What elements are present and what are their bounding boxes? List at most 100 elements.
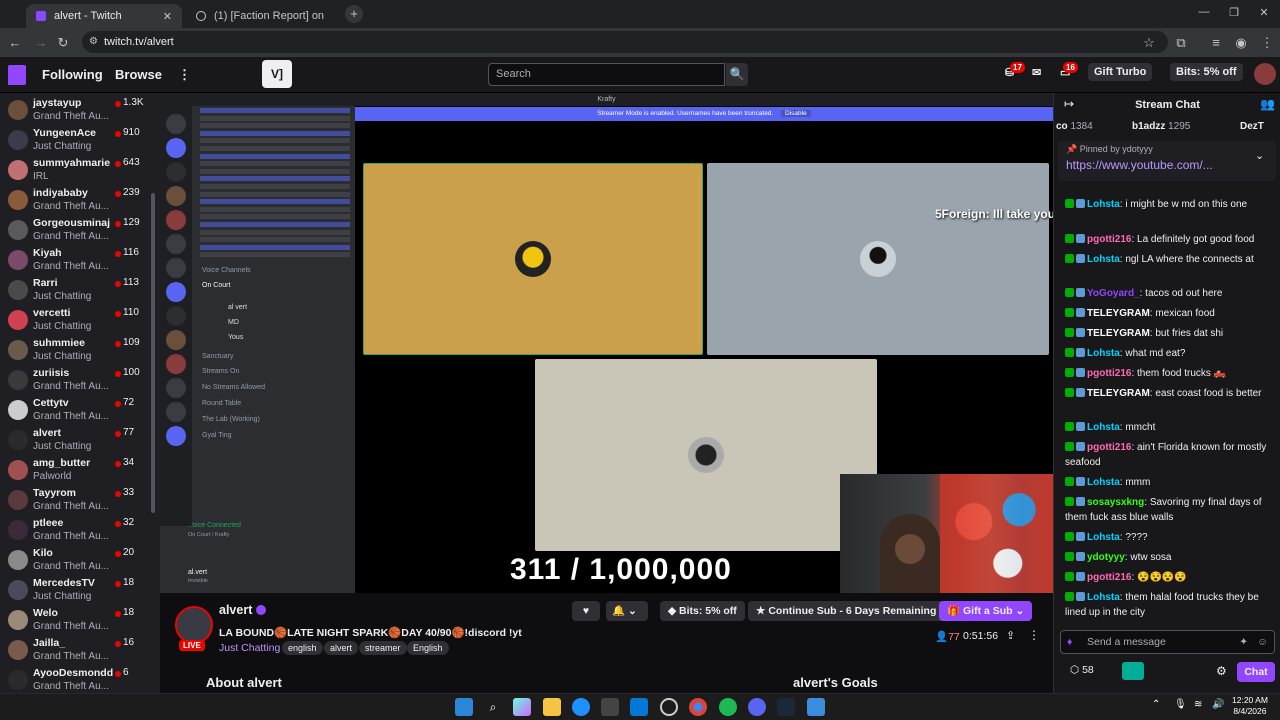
voice-user[interactable]: MD — [228, 319, 239, 326]
tag-alvert[interactable]: alvert — [324, 641, 359, 655]
search-icon[interactable]: 🔍 — [726, 63, 748, 86]
sidebar-channel[interactable]: amg_butter Palworld 34 — [0, 455, 150, 485]
chat-username[interactable]: pgotti216 — [1087, 368, 1131, 379]
profile-icon[interactable]: ◉ — [1232, 34, 1250, 52]
chat-username[interactable]: TELEYGRAM — [1087, 328, 1150, 339]
chat-username[interactable]: pgotti216 — [1087, 572, 1131, 583]
store-icon[interactable] — [601, 698, 619, 716]
sidebar-channel[interactable]: zuriisis Grand Theft Au... 100 — [0, 365, 150, 395]
tag-streamer[interactable]: streamer — [359, 641, 407, 655]
channel-points[interactable]: ⬡ 58 — [1070, 664, 1094, 676]
chat-input[interactable]: ♦ Send a message ✦ ☺ — [1060, 630, 1275, 654]
mic-icon[interactable]: 🎙 — [1174, 699, 1187, 710]
chrome-icon[interactable] — [689, 698, 707, 716]
expand-pinned-icon[interactable]: ⌄ — [1255, 149, 1264, 162]
system-clock[interactable]: 12:20 AM 8/4/2026 — [1232, 695, 1268, 717]
streamer-avatar[interactable] — [175, 606, 213, 644]
gift-turbo-button[interactable]: Gift Turbo — [1088, 63, 1153, 81]
nav-following[interactable]: Following — [42, 67, 103, 82]
notepad-icon[interactable] — [807, 698, 825, 716]
extensions-icon[interactable]: ⧉ — [1172, 34, 1190, 52]
app-icon[interactable] — [660, 698, 678, 716]
emote-icon[interactable]: ☺ — [1257, 631, 1268, 653]
sidebar-channel[interactable]: MercedesTV Just Chatting 18 — [0, 575, 150, 605]
edge-icon[interactable] — [572, 698, 590, 716]
pinned-message[interactable]: 📌 Pinned by ydotyyy https://www.youtube.… — [1058, 141, 1276, 181]
extension-logo-icon[interactable]: V] — [262, 60, 292, 88]
search-icon[interactable]: ⌕ — [484, 698, 502, 716]
bits-button[interactable]: ◆ Bits: 5% off — [660, 601, 745, 621]
voice-channel[interactable]: Round Table — [202, 400, 241, 407]
voice-user[interactable]: Yous — [228, 334, 243, 341]
sidebar-channel[interactable]: alvert Just Chatting 77 — [0, 425, 150, 455]
chat-username[interactable]: TELEYGRAM — [1087, 388, 1150, 399]
user-avatar[interactable] — [1254, 63, 1276, 85]
voice-channel[interactable]: Gyal Ting — [202, 432, 232, 439]
chat-username[interactable]: pgotti216 — [1087, 234, 1131, 245]
media-icon[interactable]: ≡ — [1207, 34, 1225, 52]
chat-username[interactable]: Lohsta — [1087, 422, 1120, 433]
nav-browse[interactable]: Browse — [115, 67, 162, 82]
file-explorer-icon[interactable] — [543, 698, 561, 716]
chat-username[interactable]: Lohsta — [1087, 348, 1120, 359]
reload-icon[interactable]: ↻ — [54, 34, 72, 52]
tab-twitch[interactable]: alvert - Twitch ✕ — [26, 4, 182, 28]
streamer-name[interactable]: alvert — [219, 603, 252, 617]
chat-username[interactable]: Lohsta — [1087, 254, 1120, 265]
close-window-icon[interactable]: ✕ — [1252, 6, 1276, 19]
sidebar-channel[interactable]: Kiyah Grand Theft Au... 116 — [0, 245, 150, 275]
sidebar-channel[interactable]: indiyababy Grand Theft Au... 239 — [0, 185, 150, 215]
wifi-icon[interactable]: ≋ — [1194, 699, 1202, 710]
video-player[interactable]: Krafty Voice Channels On Court Sanctuary St… — [160, 93, 1053, 593]
site-info-icon[interactable]: ⚙ — [89, 31, 98, 53]
category-link[interactable]: Just Chatting — [219, 642, 280, 654]
url-field[interactable]: ⚙ twitch.tv/alvert — [82, 31, 1168, 53]
discord-icon[interactable] — [748, 698, 766, 716]
sidebar-channel[interactable]: vercetti Just Chatting 110 — [0, 305, 150, 335]
sidebar-channel[interactable]: AyooDesmondd Grand Theft Au... 6 — [0, 665, 150, 695]
chat-username[interactable]: ydotyyy — [1087, 552, 1125, 563]
share-icon[interactable]: ⇪ — [1006, 629, 1015, 642]
tag-english[interactable]: english — [282, 641, 323, 655]
new-tab-button[interactable]: + — [345, 5, 363, 23]
claim-bonus-icon[interactable] — [1122, 662, 1144, 680]
search-input[interactable]: Search — [488, 63, 725, 86]
voice-channel[interactable]: Streams On — [202, 368, 239, 375]
pinned-link[interactable]: https://www.youtube.com/... — [1066, 158, 1213, 172]
sidebar-channel[interactable]: jaystayup Grand Theft Au... 1.3K — [0, 95, 150, 125]
twitch-logo-icon[interactable] — [8, 65, 26, 85]
sidebar-channel[interactable]: ptleee Grand Theft Au... 32 — [0, 515, 150, 545]
sidebar-channel[interactable]: Cettytv Grand Theft Au... 72 — [0, 395, 150, 425]
tag-english-2[interactable]: English — [407, 641, 449, 655]
more-menu-icon[interactable]: ⋮ — [178, 67, 191, 83]
browser-menu-icon[interactable]: ⋮ — [1258, 34, 1276, 52]
notification-bell-button[interactable]: 🔔 ⌄ — [606, 601, 648, 621]
bookmark-star-icon[interactable]: ☆ — [1140, 34, 1158, 52]
back-icon[interactable]: ← — [6, 34, 24, 52]
chat-settings-icon[interactable]: ⚙ — [1216, 664, 1227, 678]
voice-channel[interactable]: The Lab (Working) — [202, 416, 260, 423]
chat-username[interactable]: sosaysxkng — [1087, 497, 1144, 508]
bits-offer-button[interactable]: Bits: 5% off — [1170, 63, 1243, 81]
voice-user[interactable]: al vert — [228, 304, 247, 311]
inbox-icon[interactable]: ✉ — [1032, 66, 1041, 79]
sidebar-channel[interactable]: suhmmiee Just Chatting 109 — [0, 335, 150, 365]
steam-icon[interactable] — [777, 698, 795, 716]
continue-sub-button[interactable]: ★ Continue Sub - 6 Days Remaining — [748, 601, 945, 621]
spotify-icon[interactable] — [719, 698, 737, 716]
gift-icon[interactable]: ♦ — [1067, 631, 1072, 653]
volume-icon[interactable]: 🔊 — [1212, 699, 1224, 710]
top-gifter[interactable]: DezT — [1240, 121, 1264, 132]
outlook-icon[interactable] — [630, 698, 648, 716]
start-icon[interactable] — [455, 698, 473, 716]
voice-channel[interactable]: Sanctuary — [202, 353, 234, 360]
forward-icon[interactable]: → — [32, 34, 50, 52]
minimize-icon[interactable]: — — [1192, 6, 1216, 18]
sidebar-channel[interactable]: Tayyrom Grand Theft Au... 33 — [0, 485, 150, 515]
follow-heart-button[interactable]: ♥ — [572, 601, 600, 621]
chat-send-button[interactable]: Chat — [1237, 662, 1275, 682]
sidebar-channel[interactable]: Welo Grand Theft Au... 18 — [0, 605, 150, 635]
voice-channel[interactable]: No Streams Allowed — [202, 384, 265, 391]
chat-username[interactable]: Lohsta — [1087, 592, 1120, 603]
chat-username[interactable]: Lohsta — [1087, 532, 1120, 543]
